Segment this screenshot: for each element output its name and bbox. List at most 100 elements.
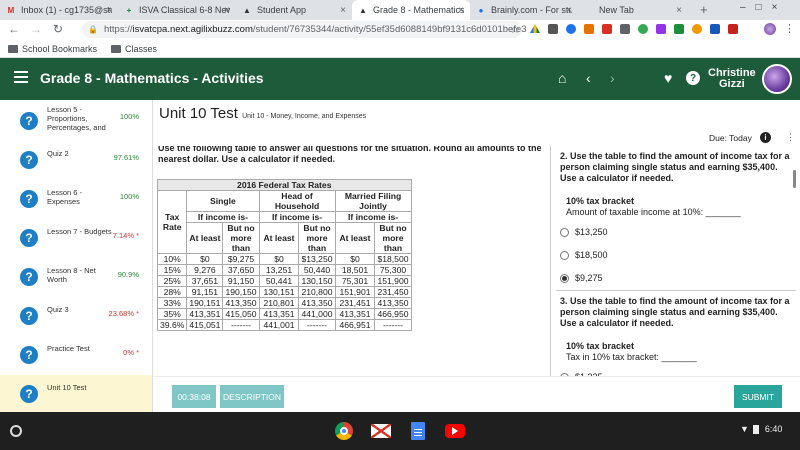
more-options-icon[interactable]: ⋮ bbox=[786, 132, 795, 143]
reload-icon[interactable]: ↻ bbox=[48, 22, 68, 36]
submit-button[interactable]: SUBMIT bbox=[734, 385, 782, 408]
income-cell: 231,450 bbox=[374, 286, 412, 298]
close-tab-icon[interactable]: × bbox=[106, 5, 112, 16]
extension-icon[interactable] bbox=[692, 24, 702, 34]
sidebar-item-label: Lesson 5 - Proportions, Percentages, and bbox=[47, 105, 106, 132]
forward-arrow-icon[interactable]: → bbox=[26, 22, 46, 36]
income-cell: 50,440 bbox=[298, 264, 336, 276]
option-label: $9,275 bbox=[575, 273, 603, 283]
app-header: Grade 8 - Mathematics - Activities ⌂ ‹ ›… bbox=[0, 58, 800, 100]
help-icon[interactable]: ? bbox=[686, 71, 700, 85]
help-circle-icon: ? bbox=[20, 190, 38, 208]
scrollbar-thumb[interactable] bbox=[793, 170, 796, 188]
heart-icon[interactable]: ♥ bbox=[664, 70, 672, 86]
browser-tab[interactable]: M Inbox (1) - cg1735@stu × bbox=[0, 0, 118, 20]
star-icon[interactable]: ☆ bbox=[510, 23, 520, 36]
launcher-icon[interactable] bbox=[10, 425, 22, 437]
sidebar-item-score: 90.9% bbox=[117, 270, 139, 279]
window-controls[interactable]: –□× bbox=[740, 2, 787, 13]
info-icon[interactable]: i bbox=[760, 132, 771, 143]
close-tab-icon[interactable]: × bbox=[224, 5, 230, 16]
answer-option-selected[interactable]: $9,275 bbox=[560, 273, 603, 283]
bookmark-school[interactable]: School Bookmarks bbox=[8, 44, 97, 54]
user-name[interactable]: Christine Gizzi bbox=[708, 68, 756, 90]
extension-icon[interactable] bbox=[602, 24, 612, 34]
extension-icon[interactable] bbox=[566, 24, 576, 34]
avatar[interactable] bbox=[762, 64, 792, 94]
extension-icon[interactable] bbox=[638, 24, 648, 34]
gmail-icon: M bbox=[7, 5, 15, 15]
income-cell: 413,350 bbox=[374, 297, 412, 309]
income-cell: 231,451 bbox=[334, 297, 376, 309]
previous-icon[interactable]: ‹ bbox=[586, 70, 591, 86]
chrome-icon[interactable] bbox=[333, 421, 355, 441]
browser-tab[interactable]: + ISVA Classical 6-8 New × bbox=[118, 0, 236, 20]
bookmarks-bar: School Bookmarks Classes bbox=[0, 40, 800, 58]
back-arrow-icon[interactable]: ← bbox=[4, 22, 24, 36]
radio-button[interactable] bbox=[560, 250, 569, 260]
sidebar-activity-item[interactable]: ? Practice Test 0% * bbox=[0, 336, 152, 374]
income-header: If income is- bbox=[186, 211, 260, 223]
close-tab-icon[interactable]: × bbox=[566, 5, 572, 16]
income-cell: 50,441 bbox=[258, 275, 300, 287]
income-cell: 151,900 bbox=[374, 275, 412, 287]
extension-icon[interactable] bbox=[656, 24, 666, 34]
gmail-icon[interactable] bbox=[370, 421, 392, 441]
tab-title: Brainly.com - For studen bbox=[491, 5, 572, 15]
table-row: 28% 91,151 190,150 130,151 210,800 151,901 231… bbox=[156, 286, 412, 298]
browser-tab[interactable]: ▲ Student App × bbox=[236, 0, 352, 20]
help-circle-icon: ? bbox=[20, 385, 38, 403]
tax-rate-cell: 25% bbox=[156, 275, 188, 287]
system-tray[interactable]: ▼ 6:40 bbox=[740, 424, 782, 434]
close-tab-icon[interactable]: × bbox=[676, 5, 682, 16]
close-tab-icon[interactable]: × bbox=[340, 5, 346, 16]
income-cell: 37,650 bbox=[222, 264, 260, 276]
browser-tab[interactable]: New Tab × bbox=[578, 0, 688, 20]
income-cell: 9,276 bbox=[186, 264, 224, 276]
drive-extension-icon[interactable] bbox=[530, 24, 540, 33]
browser-tab[interactable]: ● Brainly.com - For studen× bbox=[470, 0, 578, 20]
radio-button[interactable] bbox=[560, 227, 569, 237]
url-bar[interactable]: 🔒 https://isvatcpa.next.agilixbuzz.com/s… bbox=[82, 21, 527, 38]
help-circle-icon: ? bbox=[20, 307, 38, 325]
profile-avatar[interactable] bbox=[764, 23, 776, 35]
income-cell: 18,501 bbox=[334, 264, 376, 276]
timer-button[interactable]: 00:38:08 bbox=[172, 385, 216, 408]
hamburger-menu-icon[interactable] bbox=[14, 71, 28, 83]
docs-icon[interactable] bbox=[407, 421, 429, 441]
menu-icon[interactable]: ⋮ bbox=[784, 22, 795, 35]
sidebar-activity-item[interactable]: ? Quiz 3 23.68% * bbox=[0, 297, 152, 335]
sidebar-activity-item[interactable]: ? Quiz 2 97.61% bbox=[0, 141, 152, 179]
table-row: 25% 37,651 91,150 50,441 130,150 75,301 151,90… bbox=[156, 275, 412, 287]
youtube-icon[interactable] bbox=[444, 421, 466, 441]
sidebar-activity-item[interactable]: ? Lesson 5 - Proportions, Percentages, an… bbox=[0, 102, 152, 140]
tax-rate-cell: 35% bbox=[156, 308, 188, 320]
bookmark-label: Classes bbox=[125, 43, 158, 54]
income-cell: 413,351 bbox=[334, 308, 376, 320]
sidebar-activity-item[interactable]: ? Lesson 6 - Expenses 100% bbox=[0, 180, 152, 218]
browser-tab[interactable]: ▲ Grade 8 - Mathematics - × bbox=[352, 0, 470, 20]
description-button[interactable]: DESCRIPTION bbox=[220, 385, 284, 408]
footer-toolbar: 00:38:08 DESCRIPTION SUBMIT bbox=[153, 376, 800, 412]
income-cell: 466,950 bbox=[374, 308, 412, 320]
extension-icon[interactable] bbox=[584, 24, 594, 34]
extension-icon[interactable] bbox=[620, 24, 630, 34]
home-icon[interactable]: ⌂ bbox=[558, 70, 566, 86]
sidebar-activity-item[interactable]: ? Lesson 8 - Net Worth 90.9% bbox=[0, 258, 152, 296]
close-tab-icon[interactable]: × bbox=[458, 5, 464, 16]
extension-icon[interactable] bbox=[710, 24, 720, 34]
bookmark-classes[interactable]: Classes bbox=[111, 44, 157, 54]
extension-icon[interactable] bbox=[548, 24, 558, 34]
income-cell: $0 bbox=[186, 253, 224, 265]
answer-option[interactable]: $18,500 bbox=[560, 250, 608, 260]
sidebar-item-label: Lesson 8 - Net Worth bbox=[47, 266, 96, 284]
table-row: 15% 9,276 37,650 13,251 50,440 18,501 75,300 bbox=[156, 264, 412, 276]
extension-icon[interactable] bbox=[728, 24, 738, 34]
extension-icon[interactable] bbox=[674, 24, 684, 34]
radio-button-selected[interactable] bbox=[560, 273, 569, 283]
answer-option[interactable]: $13,250 bbox=[560, 227, 608, 237]
sidebar-activity-item[interactable]: ? Lesson 7 - Budgets 7.14% * bbox=[0, 219, 152, 257]
sidebar-activity-item[interactable]: ? Unit 10 Test bbox=[0, 375, 152, 412]
next-icon[interactable]: › bbox=[610, 70, 615, 86]
new-tab-icon[interactable]: + bbox=[700, 2, 708, 17]
